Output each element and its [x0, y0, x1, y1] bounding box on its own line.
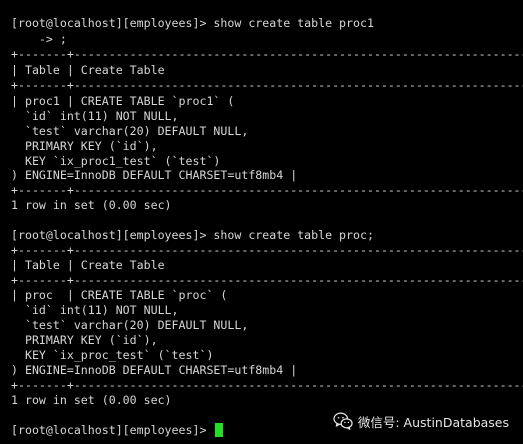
terminal-line: PRIMARY KEY (`id`), — [11, 139, 158, 153]
terminal-line: `test` varchar(20) DEFAULT NULL, — [11, 318, 249, 332]
terminal-line: `id` int(11) NOT NULL, — [11, 303, 179, 317]
terminal-line: 1 row in set (0.00 sec) — [11, 393, 172, 407]
terminal-line: [root@localhost][employees]> show create… — [11, 16, 374, 30]
terminal-line: +-------+-------------------------------… — [11, 273, 523, 287]
terminal-line: [root@localhost][employees]> show create… — [11, 228, 374, 242]
terminal-line: KEY `ix_proc1_test` (`test`) — [11, 154, 221, 168]
watermark-text: 微信号: AustinDatabases — [357, 414, 509, 430]
terminal-line: `id` int(11) NOT NULL, — [11, 109, 179, 123]
wechat-icon — [333, 412, 353, 430]
terminal-cursor[interactable] — [215, 423, 223, 437]
terminal-line: `test` varchar(20) DEFAULT NULL, — [11, 124, 249, 138]
terminal-line: | Table | Create Table — [11, 258, 165, 272]
terminal-line: +-------+-------------------------------… — [11, 243, 523, 257]
terminal-line: | proc | CREATE TABLE `proc` ( — [11, 288, 228, 302]
terminal-line: ) ENGINE=InnoDB DEFAULT CHARSET=utf8mb4 … — [11, 363, 298, 377]
terminal-line: | Table | Create Table — [11, 63, 165, 77]
wechat-watermark: 微信号: AustinDatabases — [333, 411, 509, 431]
terminal-line: +-------+-------------------------------… — [11, 378, 523, 392]
terminal-line: +-------+-------------------------------… — [11, 47, 523, 61]
terminal-line: +-------+-------------------------------… — [11, 78, 523, 92]
terminal-line: +-------+-------------------------------… — [11, 183, 523, 197]
terminal-line: -> ; — [11, 32, 67, 46]
terminal-line: 1 row in set (0.00 sec) — [11, 198, 172, 212]
terminal-line: ) ENGINE=InnoDB DEFAULT CHARSET=utf8mb4 … — [11, 168, 298, 182]
terminal-prompt: [root@localhost][employees]> — [11, 423, 214, 437]
terminal-line: | proc1 | CREATE TABLE `proc1` ( — [11, 94, 235, 108]
terminal-line: KEY `ix_proc_test` (`test`) — [11, 348, 214, 362]
terminal-line: PRIMARY KEY (`id`), — [11, 333, 158, 347]
terminal-window[interactable]: [root@localhost][employees]> show create… — [0, 0, 523, 444]
